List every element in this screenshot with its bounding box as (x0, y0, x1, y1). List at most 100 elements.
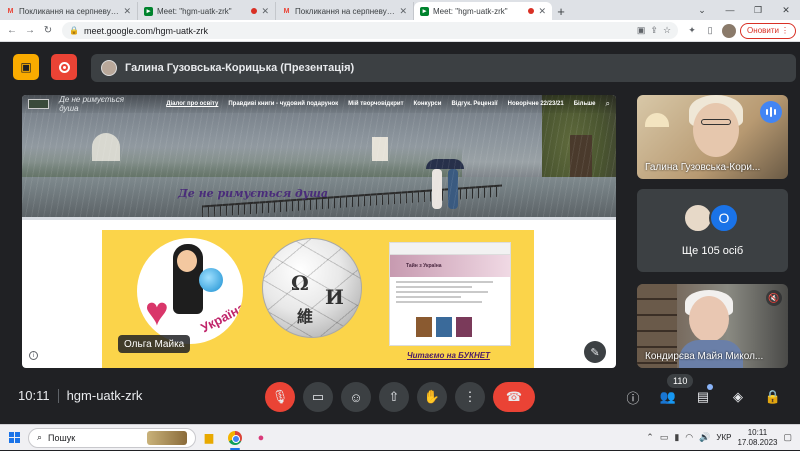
battery-icon[interactable]: ▮ (674, 432, 679, 443)
search-highlight-image (147, 430, 187, 445)
keyboard-language[interactable]: УКР (716, 433, 731, 442)
network-icon[interactable]: ▭ (660, 432, 669, 443)
annotate-pencil-button[interactable]: ✎ (584, 341, 606, 363)
participant-name: Кондирєва Майя Микол... (645, 351, 764, 362)
chevron-up-icon[interactable]: ⌃ (646, 432, 654, 443)
tab-title: Покликання на серпневу метод (19, 6, 119, 16)
site-nav-item: Більше (573, 101, 596, 107)
info-icon[interactable]: i (29, 351, 38, 360)
site-nav-item: Новорічне 22/23/21 (507, 101, 564, 107)
restore-icon[interactable]: ❐ (744, 0, 772, 20)
new-tab-button[interactable]: + (552, 2, 570, 20)
chat-button[interactable]: ▤ (690, 382, 716, 412)
reactions-button[interactable]: ☺ (341, 382, 371, 412)
more-vert-icon: ⋮ (463, 389, 477, 404)
site-nav-item: Мій творчовідкрит (348, 101, 404, 107)
system-tray: ⌃ ▭ ▮ ◠ 🔊 УКР 10:11 17.08.2023 ▢ (646, 428, 800, 448)
minimize-icon[interactable]: — (716, 0, 744, 20)
url-text: meet.google.com/hgm-uatk-zrk (83, 25, 209, 36)
browser-tab-meet-2[interactable]: ▸ Meet: "hgm-uatk-zrk" ✕ (414, 2, 552, 20)
volume-icon[interactable]: 🔊 (699, 432, 710, 443)
browser-tab-meet-1[interactable]: ▸ Meet: "hgm-uatk-zrk" ✕ (138, 2, 276, 20)
browser-tab-gmail-2[interactable]: M Покликання на серпневу метод ✕ (276, 2, 414, 20)
url-field[interactable]: 🔒 meet.google.com/hgm-uatk-zrk ▣ ⇪ ☆ (62, 22, 679, 39)
camera-icon[interactable]: ▣ (637, 25, 646, 36)
back-arrow-icon[interactable]: ← (4, 23, 20, 39)
close-tab-icon[interactable]: ✕ (261, 6, 269, 17)
share-icon[interactable]: ⇪ (650, 25, 658, 36)
sidepanel-icon[interactable]: ▯ (702, 23, 718, 39)
close-window-icon[interactable]: ✕ (772, 0, 800, 20)
activities-button[interactable]: ◈ (725, 382, 751, 412)
host-lock-icon: 🔒 (764, 389, 782, 404)
tab-search-icon[interactable]: ⌄ (688, 0, 716, 20)
bookmark-star-icon[interactable]: ☆ (663, 25, 671, 36)
site-nav-item: Діалог про освіту (166, 101, 219, 107)
recording-indicator-icon (528, 8, 535, 14)
meeting-time: 10:11 (18, 388, 50, 403)
site-search-icon: ⌕ (605, 99, 610, 108)
videocam-icon: ▭ (311, 389, 325, 404)
site-nav-item: Відгук. Рецензії (451, 101, 498, 107)
logo-text: Україна (198, 299, 243, 336)
camera-button[interactable]: ▭ (303, 382, 333, 412)
presentation-indicator-icon[interactable]: ▣ (13, 54, 39, 80)
file-explorer-icon[interactable]: ▆ (196, 425, 222, 451)
mic-off-button[interactable]: 🎙 (265, 382, 295, 412)
meeting-code[interactable]: hgm-uatk-zrk (67, 388, 143, 403)
extensions-icon[interactable]: ✦ (684, 23, 700, 39)
meet-top-bar: ▣ Галина Гузовська-Корицька (Презентація… (0, 42, 800, 92)
update-button[interactable]: Оновити ⋮ (740, 22, 796, 39)
tab-title: Meet: "hgm-uatk-zrk" (433, 6, 508, 16)
presenter-name: Галина Гузовська-Корицька (Презентація) (125, 62, 355, 74)
chrome-taskbar-icon[interactable] (222, 425, 248, 451)
info-icon: ⓘ (626, 390, 640, 406)
hand-icon: ✋ (423, 389, 441, 404)
site-nav-item: Конкурси (413, 101, 442, 107)
window-controls: ⌄ — ❐ ✕ (688, 0, 800, 20)
taskbar-time: 10:11 (747, 427, 768, 437)
taskbar-search-field[interactable]: ⌕ Пошук (28, 427, 196, 448)
wikipedia-globe-logo: Ω И 維 (262, 238, 362, 338)
buket-caption: Читаємо на БУКНЕТ (407, 351, 490, 360)
mic-off-icon: 🔇 (766, 290, 782, 306)
search-icon: ⌕ (37, 432, 43, 442)
more-options-button[interactable]: ⋮ (455, 382, 485, 412)
present-screen-button[interactable]: ⇧ (379, 382, 409, 412)
meeting-details-button[interactable]: ⓘ (620, 382, 646, 412)
wiki-letter: 維 (297, 307, 314, 326)
reload-icon[interactable]: ↻ (40, 23, 56, 39)
participant-tile-others[interactable]: О Ще 105 осіб (637, 189, 788, 272)
participant-tile[interactable]: 🔇 Кондирєва Майя Микол... (637, 284, 788, 368)
participant-avatar-letter: О (709, 203, 739, 233)
raise-hand-button[interactable]: ✋ (417, 382, 447, 412)
presenter-bar[interactable]: Галина Гузовська-Корицька (Презентація) (91, 54, 796, 82)
leave-call-button[interactable]: ☎ (493, 382, 535, 412)
notifications-icon[interactable]: ▢ (783, 432, 792, 443)
people-button[interactable]: 👥 (655, 382, 681, 412)
address-bar-row: ← → ↻ 🔒 meet.google.com/hgm-uatk-zrk ▣ ⇪… (0, 20, 800, 42)
chat-icon: ▤ (696, 389, 710, 404)
profile-avatar[interactable] (722, 23, 737, 38)
lock-icon[interactable]: 🔒 (69, 26, 79, 35)
active-speaker-name-chip: Ольга Майка (118, 335, 191, 353)
taskbar-clock[interactable]: 10:11 17.08.2023 (737, 428, 777, 448)
forward-arrow-icon[interactable]: → (22, 23, 38, 39)
gmail-icon: M (283, 7, 290, 15)
wifi-icon[interactable]: ◠ (685, 432, 693, 443)
app-droplet-icon[interactable]: ● (248, 425, 274, 451)
close-tab-icon[interactable]: ✕ (123, 6, 131, 17)
more-vert-icon: ⋮ (781, 26, 789, 35)
recording-icon[interactable] (51, 54, 77, 80)
meet-icon: ▸ (420, 6, 429, 16)
taskbar-date: 17.08.2023 (737, 437, 778, 447)
browser-tab-strip: M Покликання на серпневу метод ✕ ▸ Meet:… (0, 0, 800, 20)
browser-tab-gmail-1[interactable]: M Покликання на серпневу метод ✕ (0, 2, 138, 20)
close-tab-icon[interactable]: ✕ (538, 6, 546, 17)
participant-tile-presenter[interactable]: Галина Гузовська-Кори... (637, 95, 788, 179)
host-controls-button[interactable]: 🔒 (760, 382, 786, 412)
present-icon: ⇧ (388, 389, 400, 404)
close-tab-icon[interactable]: ✕ (399, 6, 407, 17)
windows-start-icon[interactable] (0, 425, 28, 451)
website-navbar: Де не римується душа Діалог про освіту П… (22, 95, 616, 113)
